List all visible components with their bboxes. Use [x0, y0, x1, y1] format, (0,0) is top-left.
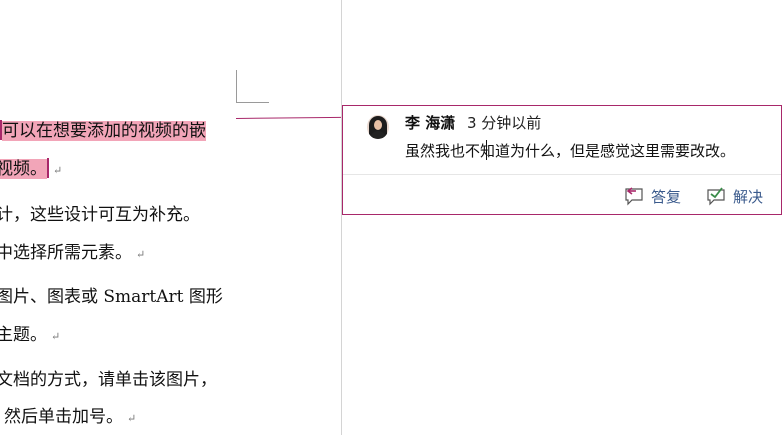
- document-text: 主题。: [0, 325, 47, 345]
- margin-corner-mark-horizontal: [236, 102, 269, 103]
- paragraph-mark: ↵: [53, 164, 63, 177]
- resolve-icon: [705, 186, 727, 206]
- comment-timestamp: 3 分钟以前: [467, 114, 542, 132]
- reply-icon: [623, 186, 645, 206]
- comment-anchor-end: [47, 158, 49, 178]
- comment-connector-line: [235, 116, 342, 119]
- avatar: [367, 115, 389, 139]
- highlighted-comment-text[interactable]: 可以在想要添加的视频的嵌: [2, 121, 206, 141]
- paragraph-mark: ↵: [136, 248, 146, 261]
- reply-label: 答复: [651, 187, 682, 206]
- document-line[interactable]: 主题。 ↵: [0, 324, 60, 348]
- paragraph-mark: ↵: [51, 330, 61, 343]
- document-line[interactable]: 图片、图表或 SmartArt 图形: [0, 286, 223, 308]
- comment-card[interactable]: 李 海潇 3 分钟以前 虽然我也不知道为什么，但是感觉这里需要改改。 答复 解决: [342, 105, 782, 215]
- comments-pane: [342, 0, 783, 435]
- document-text: 计，这些设计可互为补充。: [0, 205, 200, 225]
- document-text: 中选择所需元素。: [0, 243, 132, 263]
- comment-author: 李 海潇: [405, 114, 456, 132]
- document-line[interactable]: 计，这些设计可互为补充。: [0, 204, 200, 226]
- resolve-label: 解决: [733, 187, 764, 206]
- reply-button[interactable]: 答复: [623, 184, 681, 208]
- comment-separator: [343, 174, 781, 175]
- document-line[interactable]: 中选择所需元素。 ↵: [0, 242, 145, 266]
- text-cursor: [486, 140, 487, 160]
- document-line[interactable]: 视频。 ↵: [0, 158, 62, 182]
- document-text: 文档的方式，请单击该图片，: [0, 370, 217, 390]
- paragraph-mark: ↵: [127, 412, 137, 425]
- document-text: 图片、图表或 SmartArt 图形: [0, 287, 223, 307]
- document-page[interactable]: 可以在想要添加的视频的嵌 视频。 ↵ 计，这些设计可互为补充。 中选择所需元素。 ↵…: [0, 0, 342, 435]
- document-text: 然后单击加号。: [4, 407, 123, 427]
- document-line[interactable]: 文档的方式，请单击该图片，: [0, 369, 217, 391]
- document-line[interactable]: 然后单击加号。 ↵: [4, 406, 136, 430]
- comment-body[interactable]: 虽然我也不知道为什么，但是感觉这里需要改改。: [405, 140, 735, 161]
- highlighted-comment-text[interactable]: 视频。: [0, 159, 47, 179]
- margin-corner-mark: [236, 70, 237, 103]
- document-line[interactable]: 可以在想要添加的视频的嵌: [0, 120, 206, 142]
- resolve-button[interactable]: 解决: [705, 184, 763, 208]
